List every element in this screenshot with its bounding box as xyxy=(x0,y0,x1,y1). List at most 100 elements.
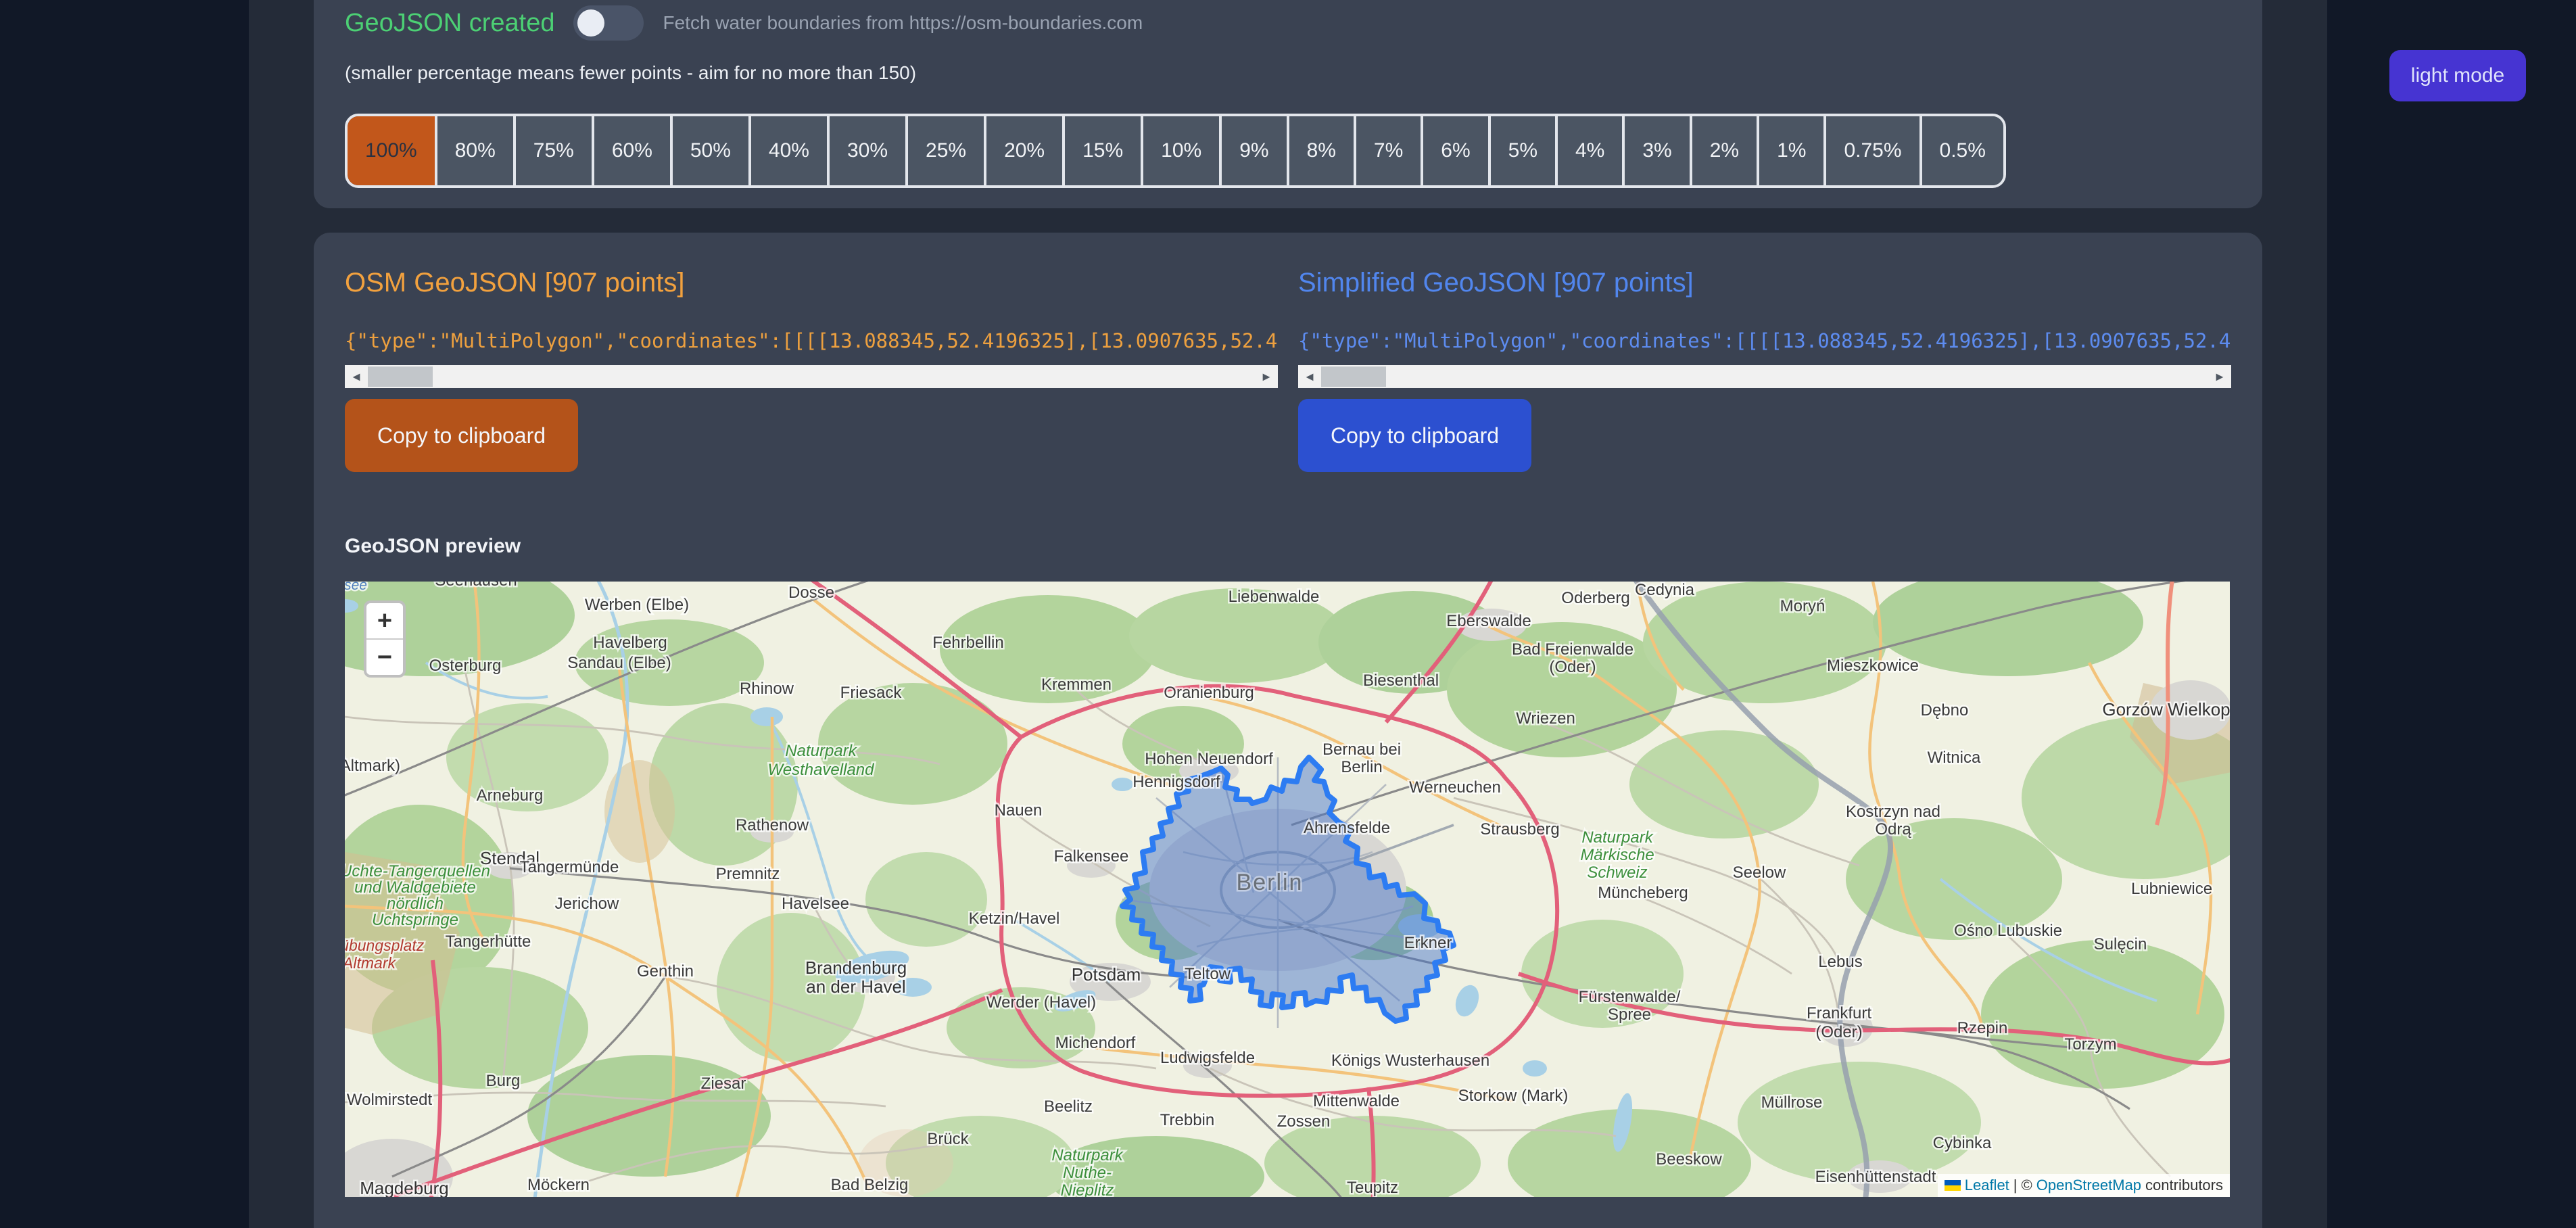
map-label: Seelow xyxy=(1733,864,1786,882)
percent-option-40%[interactable]: 40% xyxy=(751,116,830,185)
map-label: Teltow xyxy=(1185,965,1231,983)
percent-option-4%[interactable]: 4% xyxy=(1558,116,1625,185)
zoom-out-button[interactable]: − xyxy=(366,640,403,675)
scroll-right-arrow-icon[interactable]: ► xyxy=(2208,365,2231,388)
map-label: Rhinow xyxy=(740,680,794,698)
percent-option-30%[interactable]: 30% xyxy=(830,116,908,185)
osm-geojson-title: OSM GeoJSON [907 points] xyxy=(345,269,1278,296)
percent-option-10%[interactable]: 10% xyxy=(1143,116,1222,185)
percent-option-2%[interactable]: 2% xyxy=(1692,116,1759,185)
openstreetmap-link[interactable]: OpenStreetMap xyxy=(2036,1177,2141,1194)
map-label: Kremmen xyxy=(1041,676,1112,694)
map-label: NaturparkMärkischeSchweiz xyxy=(1580,828,1654,882)
simplified-json-scrollbar[interactable]: ◄ ► xyxy=(1298,365,2231,388)
percent-option-0.75%[interactable]: 0.75% xyxy=(1826,116,1922,185)
map-label: Havelberg xyxy=(593,634,667,652)
map-canvas: SeehausenseeDosseWerben (Elbe)HavelbergS… xyxy=(345,582,2230,1197)
map-label: Torzym xyxy=(2064,1035,2116,1054)
map-label: see xyxy=(345,582,367,593)
scroll-left-arrow-icon[interactable]: ◄ xyxy=(1298,365,1321,388)
geojson-created-status: GeoJSON created xyxy=(345,9,554,38)
map-label: Werben (Elbe) xyxy=(585,596,689,614)
leaflet-map[interactable]: SeehausenseeDosseWerben (Elbe)HavelbergS… xyxy=(345,582,2230,1197)
attribution-separator: | xyxy=(2013,1177,2018,1194)
map-label: Cedynia xyxy=(1635,582,1695,599)
percent-option-25%[interactable]: 25% xyxy=(908,116,986,185)
map-label: Strausberg xyxy=(1480,820,1559,839)
simplified-geojson-text: {"type":"MultiPolygon","coordinates":[[[… xyxy=(1298,330,2231,352)
percent-option-5%[interactable]: 5% xyxy=(1491,116,1558,185)
percent-option-20%[interactable]: 20% xyxy=(986,116,1065,185)
map-label: Falkensee xyxy=(1054,847,1129,866)
percentage-hint: (smaller percentage means fewer points -… xyxy=(345,60,2231,87)
percent-option-7%[interactable]: 7% xyxy=(1356,116,1423,185)
percent-option-8%[interactable]: 8% xyxy=(1289,116,1356,185)
map-label: Werneuchen xyxy=(1409,778,1501,797)
map-label: Tangermünde xyxy=(520,858,619,876)
scroll-right-arrow-icon[interactable]: ► xyxy=(1255,365,1278,388)
map-label: Ziesar xyxy=(701,1074,746,1093)
scrollbar-thumb[interactable] xyxy=(368,367,433,387)
percent-option-6%[interactable]: 6% xyxy=(1423,116,1490,185)
map-label: Sulęcin xyxy=(2094,935,2147,953)
map-label: Wolmirstedt xyxy=(347,1091,433,1109)
map-label: Fehrbellin xyxy=(932,634,1003,652)
map-label: Erkner xyxy=(1404,934,1452,952)
water-boundaries-toggle[interactable] xyxy=(573,5,644,41)
map-label: Biesenthal xyxy=(1363,671,1439,690)
map-label: Mieszkowice xyxy=(1827,657,1919,675)
map-label: Frankfurt(Oder) xyxy=(1807,1004,1871,1041)
percent-option-60%[interactable]: 60% xyxy=(594,116,673,185)
map-label: Osterburg xyxy=(429,657,502,675)
map-label: Müncheberg xyxy=(1598,884,1688,902)
map-label: Berlin xyxy=(1237,870,1304,895)
leaflet-link[interactable]: Leaflet xyxy=(1965,1177,2009,1194)
scroll-left-arrow-icon[interactable]: ◄ xyxy=(345,365,368,388)
percent-option-75%[interactable]: 75% xyxy=(516,116,594,185)
toggle-knob-icon xyxy=(577,9,604,37)
light-mode-button[interactable]: light mode xyxy=(2389,50,2526,101)
percent-option-80%[interactable]: 80% xyxy=(437,116,516,185)
percent-option-100%[interactable]: 100% xyxy=(348,116,437,185)
osm-geojson-text: {"type":"MultiPolygon","coordinates":[[[… xyxy=(345,330,1278,352)
geojson-card: OSM GeoJSON [907 points] {"type":"MultiP… xyxy=(314,233,2262,1228)
copyright-symbol: © xyxy=(2022,1177,2032,1194)
percent-option-50%[interactable]: 50% xyxy=(673,116,751,185)
copy-simplified-geojson-button[interactable]: Copy to clipboard xyxy=(1298,399,1531,472)
map-label: Dębno xyxy=(1921,701,1969,719)
map-label: Storkow (Mark) xyxy=(1458,1087,1569,1105)
map-label: Ahrensfelde xyxy=(1304,819,1390,837)
map-label: Liebenwalde xyxy=(1229,588,1320,606)
map-label: Hennigsdorf xyxy=(1132,773,1220,791)
percent-option-0.5%[interactable]: 0.5% xyxy=(1922,116,2003,185)
map-label: Gorzów Wielkopolski xyxy=(2102,699,2230,719)
map-label: Zossen xyxy=(1277,1112,1331,1131)
map-label: rk (Altmark) xyxy=(345,757,400,775)
map-label: Oderberg xyxy=(1561,589,1629,607)
settings-card: GeoJSON created Fetch water boundaries f… xyxy=(314,0,2262,208)
percent-option-9%[interactable]: 9% xyxy=(1222,116,1289,185)
map-label: Bad Belzig xyxy=(831,1176,909,1194)
map-label: Arneburg xyxy=(477,786,544,805)
zoom-in-button[interactable]: + xyxy=(366,603,403,640)
percent-option-3%[interactable]: 3% xyxy=(1625,116,1692,185)
osm-geojson-column: OSM GeoJSON [907 points] {"type":"MultiP… xyxy=(345,269,1278,472)
map-label: Brück xyxy=(927,1130,969,1148)
content-wrapper: GeoJSON created Fetch water boundaries f… xyxy=(249,0,2327,1228)
map-label: Möckern xyxy=(527,1176,590,1194)
scrollbar-thumb[interactable] xyxy=(1321,367,1386,387)
osm-json-scrollbar[interactable]: ◄ ► xyxy=(345,365,1278,388)
map-label: Burg xyxy=(486,1072,521,1090)
map-zoom-control: + − xyxy=(364,600,406,678)
map-label: Seehausen xyxy=(435,582,517,590)
map-label: Beelitz xyxy=(1044,1097,1093,1116)
map-label: Wriezen xyxy=(1516,709,1575,728)
percent-option-1%[interactable]: 1% xyxy=(1759,116,1826,185)
map-label: Friesack xyxy=(840,684,903,702)
map-attribution: Leaflet | © OpenStreetMap contributors xyxy=(1938,1174,2230,1197)
copy-osm-geojson-button[interactable]: Copy to clipboard xyxy=(345,399,578,472)
map-label: Werder (Havel) xyxy=(986,993,1096,1012)
map-label: Potsdam xyxy=(1072,964,1141,985)
map-label: Eberswalde xyxy=(1446,612,1531,630)
percent-option-15%[interactable]: 15% xyxy=(1065,116,1143,185)
